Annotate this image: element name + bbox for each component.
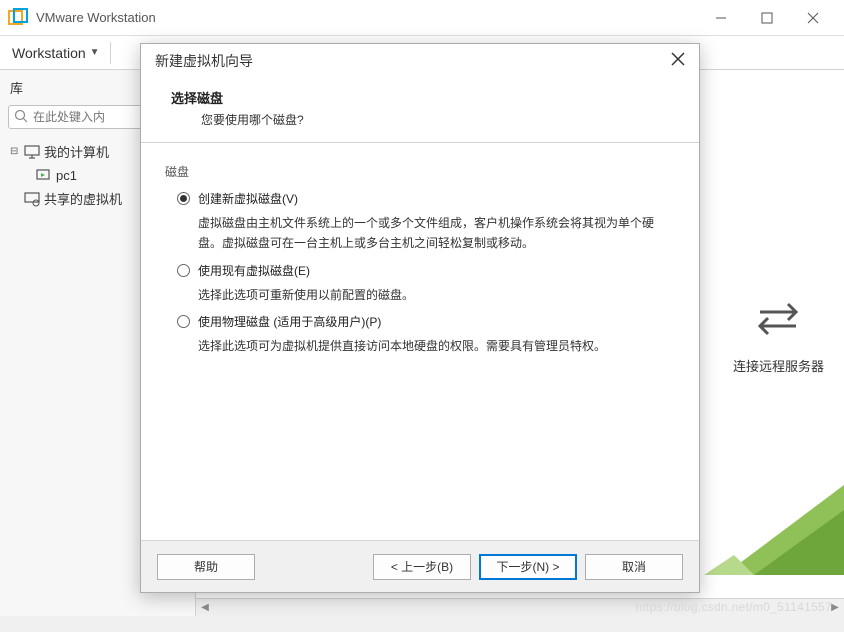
remote-server-label: 连接远程服务器 <box>733 356 824 375</box>
new-vm-wizard-dialog: 新建虚拟机向导 选择磁盘 您要使用哪个磁盘? 磁盘 创建新虚拟磁盘(V) 虚拟磁… <box>140 43 700 593</box>
wizard-step-subtitle: 您要使用哪个磁盘? <box>161 111 679 128</box>
tree-item-label: 我的计算机 <box>44 142 109 161</box>
help-button[interactable]: 帮助 <box>157 554 255 580</box>
next-button[interactable]: 下一步(N) > <box>479 554 577 580</box>
search-icon <box>14 109 28 123</box>
connect-remote-icon <box>750 290 806 346</box>
menubar-separator <box>110 42 111 64</box>
back-button[interactable]: < 上一步(B) <box>373 554 471 580</box>
wizard-titlebar: 新建虚拟机向导 <box>141 44 699 78</box>
wizard-header: 选择磁盘 您要使用哪个磁盘? <box>141 78 699 143</box>
workstation-menu[interactable]: Workstation ▼ <box>12 45 100 61</box>
radio-description: 虚拟磁盘由主机文件系统上的一个或多个文件组成，客户机操作系统会将其视为单个硬盘。… <box>198 213 675 254</box>
radio-description: 选择此选项可为虚拟机提供直接访问本地硬盘的权限。需要具有管理员特权。 <box>198 336 675 356</box>
wizard-body: 磁盘 创建新虚拟磁盘(V) 虚拟磁盘由主机文件系统上的一个或多个文件组成，客户机… <box>141 143 699 540</box>
main-titlebar: VMware Workstation <box>0 0 844 36</box>
wizard-title: 新建虚拟机向导 <box>155 51 253 71</box>
wizard-step-title: 选择磁盘 <box>161 88 679 107</box>
close-icon[interactable] <box>790 0 836 36</box>
close-icon[interactable] <box>671 52 685 71</box>
remote-server-tile[interactable]: 连接远程服务器 <box>733 290 824 375</box>
vmware-logo-icon <box>8 8 28 28</box>
radio-label: 创建新虚拟磁盘(V) <box>198 190 298 207</box>
minimize-icon[interactable] <box>698 0 744 36</box>
maximize-icon[interactable] <box>744 0 790 36</box>
tree-item-label: 共享的虚拟机 <box>44 189 122 208</box>
main-window-title: VMware Workstation <box>36 10 698 25</box>
watermark: https://blog.csdn.net/m0_51141557 <box>636 600 832 614</box>
collapse-icon[interactable]: ⊟ <box>10 146 22 157</box>
radio-icon[interactable] <box>177 315 190 328</box>
disk-group-label: 磁盘 <box>165 163 675 180</box>
decorative-corner <box>704 465 844 580</box>
chevron-down-icon: ▼ <box>90 47 100 58</box>
radio-option-physical[interactable]: 使用物理磁盘 (适用于高级用户)(P) 选择此选项可为虚拟机提供直接访问本地硬盘… <box>177 313 675 356</box>
radio-label: 使用物理磁盘 (适用于高级用户)(P) <box>198 313 381 330</box>
cancel-button[interactable]: 取消 <box>585 554 683 580</box>
radio-option-create-new[interactable]: 创建新虚拟磁盘(V) 虚拟磁盘由主机文件系统上的一个或多个文件组成，客户机操作系… <box>177 190 675 254</box>
wizard-footer: 帮助 < 上一步(B) 下一步(N) > 取消 <box>141 540 699 592</box>
scroll-left-icon[interactable]: ◀ <box>196 599 214 616</box>
workstation-menu-label: Workstation <box>12 45 86 61</box>
tree-item-label: pc1 <box>56 168 77 183</box>
shared-vm-icon <box>24 191 40 207</box>
radio-description: 选择此选项可重新使用以前配置的磁盘。 <box>198 285 675 305</box>
radio-label: 使用现有虚拟磁盘(E) <box>198 262 310 279</box>
computer-icon <box>24 144 40 160</box>
vm-icon <box>36 167 52 183</box>
radio-option-use-existing[interactable]: 使用现有虚拟磁盘(E) 选择此选项可重新使用以前配置的磁盘。 <box>177 262 675 305</box>
window-controls <box>698 0 836 36</box>
radio-icon[interactable] <box>177 192 190 205</box>
radio-icon[interactable] <box>177 264 190 277</box>
